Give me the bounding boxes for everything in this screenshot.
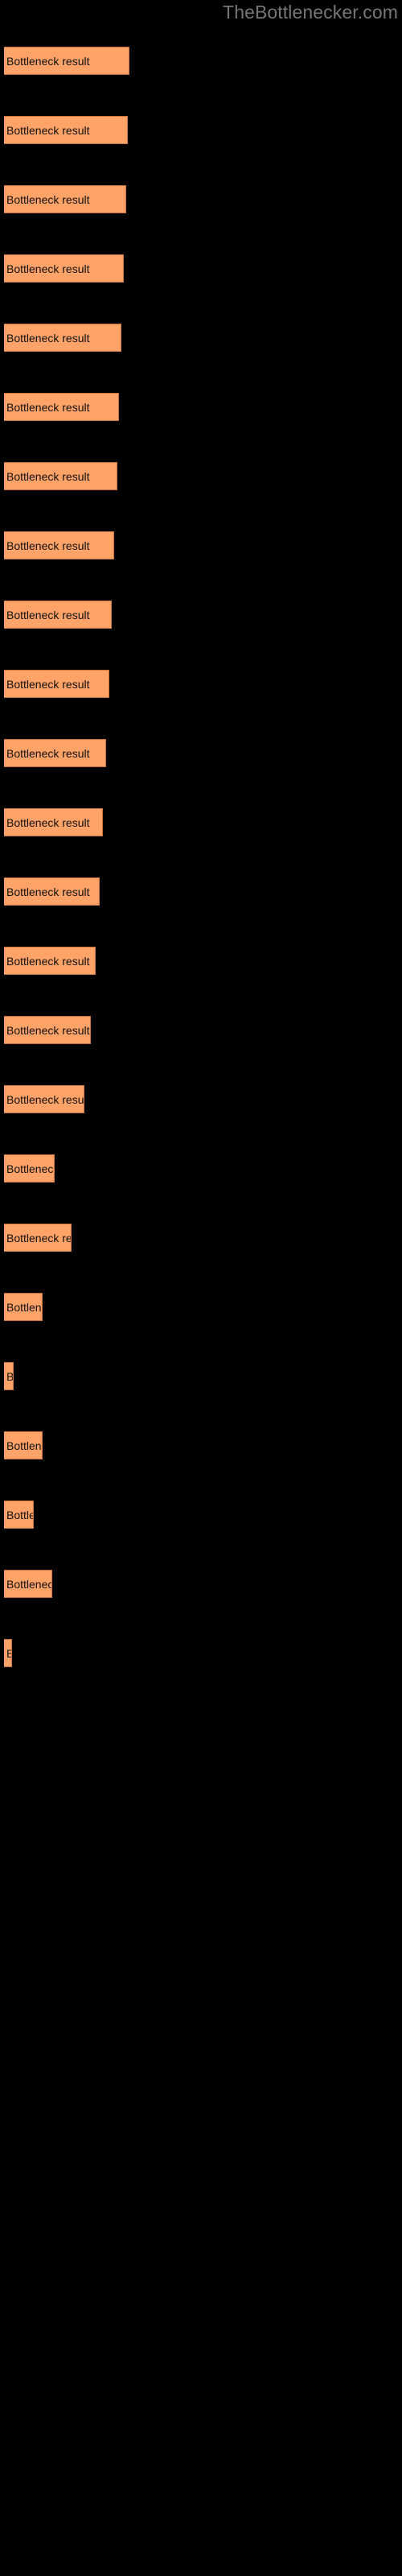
bar[interactable]: Bottleneck result xyxy=(4,1293,43,1321)
bar[interactable]: Bottleneck result xyxy=(4,947,96,975)
bar-label: Bottleneck result xyxy=(6,400,90,414)
bar-label: Bottleneck result xyxy=(6,192,90,206)
bar-label: Bottleneck result xyxy=(6,1162,55,1175)
bar-row: Bottleneck result xyxy=(0,601,402,629)
bar[interactable]: Bottleneck result xyxy=(4,324,121,352)
bar-label: Bottleneck result xyxy=(6,123,90,137)
bar-label: Bottleneck result xyxy=(6,1300,42,1314)
bar-label: Bottleneck result xyxy=(6,1577,51,1591)
bar-label: Bottleneck result xyxy=(6,954,90,968)
bar[interactable]: Bottleneck result xyxy=(4,116,128,144)
bar[interactable]: Bottleneck result xyxy=(4,1016,91,1044)
bar-label: Bottleneck result xyxy=(6,469,90,483)
bar-label: Bottleneck result xyxy=(6,1508,33,1521)
bar-label: Bottleneck result xyxy=(6,677,90,691)
bar-row: Bottleneck result xyxy=(0,531,402,559)
bar-row: Bottleneck result xyxy=(0,947,402,975)
bar-label: Bottleneck result xyxy=(6,262,90,275)
bar[interactable]: Bottleneck result xyxy=(4,531,114,559)
bar-row: Bottleneck result xyxy=(0,393,402,421)
bar-label: Bottleneck result xyxy=(6,608,90,621)
bar[interactable]: Bottleneck result xyxy=(4,185,126,213)
bar-row: Bottleneck result xyxy=(0,1154,402,1183)
bar-row: Bottleneck result xyxy=(0,462,402,490)
bar-row: Bottleneck result xyxy=(0,116,402,144)
bar[interactable]: Bottleneck result xyxy=(4,808,103,836)
bar-row: Bottleneck result xyxy=(0,1639,402,1667)
bar-label: Bottleneck result xyxy=(6,1023,90,1037)
bar-row: Bottleneck result xyxy=(0,47,402,75)
bar[interactable]: Bottleneck result xyxy=(4,254,124,283)
bar-label: Bottleneck result xyxy=(6,1439,42,1452)
bar-row: Bottleneck result xyxy=(0,1224,402,1252)
bar[interactable]: Bottleneck result xyxy=(4,739,106,767)
bar-row: Bottleneck result xyxy=(0,1362,402,1390)
bar[interactable]: Bottleneck result xyxy=(4,462,117,490)
bar[interactable]: Bottleneck result xyxy=(4,1362,14,1390)
bar-row: Bottleneck result xyxy=(0,185,402,213)
bar[interactable]: Bottleneck result xyxy=(4,877,100,906)
bar-row: Bottleneck result xyxy=(0,1431,402,1459)
bar-row: Bottleneck result xyxy=(0,877,402,906)
bar-label: Bottleneck result xyxy=(6,746,90,760)
bar[interactable]: Bottleneck result xyxy=(4,670,109,698)
bar[interactable]: Bottleneck result xyxy=(4,1154,55,1183)
bar-label: Bottleneck result xyxy=(6,1231,72,1245)
bar-row: Bottleneck result xyxy=(0,1501,402,1529)
bar[interactable]: Bottleneck result xyxy=(4,1085,84,1113)
bar-row: Bottleneck result xyxy=(0,254,402,283)
bar[interactable]: Bottleneck result xyxy=(4,1639,12,1667)
bar[interactable]: Bottleneck result xyxy=(4,393,119,421)
bar-row: Bottleneck result xyxy=(0,808,402,836)
bar[interactable]: Bottleneck result xyxy=(4,1224,72,1252)
bar-label: Bottleneck result xyxy=(6,1647,11,1660)
bar-label: Bottleneck result xyxy=(6,1369,14,1383)
bar-label: Bottleneck result xyxy=(6,54,90,68)
bottleneck-bar-chart: Bottleneck result Bottleneck result Bottle… xyxy=(0,0,402,2576)
bar-row: Bottleneck result xyxy=(0,324,402,352)
bar[interactable]: Bottleneck result xyxy=(4,1431,43,1459)
bar-label: Bottleneck result xyxy=(6,815,90,829)
bar[interactable]: Bottleneck result xyxy=(4,601,112,629)
bar-label: Bottleneck result xyxy=(6,331,90,345)
bar[interactable]: Bottleneck result xyxy=(4,1501,34,1529)
bar-label: Bottleneck result xyxy=(6,539,90,552)
bar[interactable]: Bottleneck result xyxy=(4,47,129,75)
bar-row: Bottleneck result xyxy=(0,1293,402,1321)
bar[interactable]: Bottleneck result xyxy=(4,1570,52,1598)
bar-row: Bottleneck result xyxy=(0,1570,402,1598)
bar-label: Bottleneck result xyxy=(6,1092,84,1106)
bar-label: Bottleneck result xyxy=(6,885,90,898)
bar-row: Bottleneck result xyxy=(0,739,402,767)
bar-row: Bottleneck result xyxy=(0,670,402,698)
bar-row: Bottleneck result xyxy=(0,1085,402,1113)
bar-row: Bottleneck result xyxy=(0,1016,402,1044)
